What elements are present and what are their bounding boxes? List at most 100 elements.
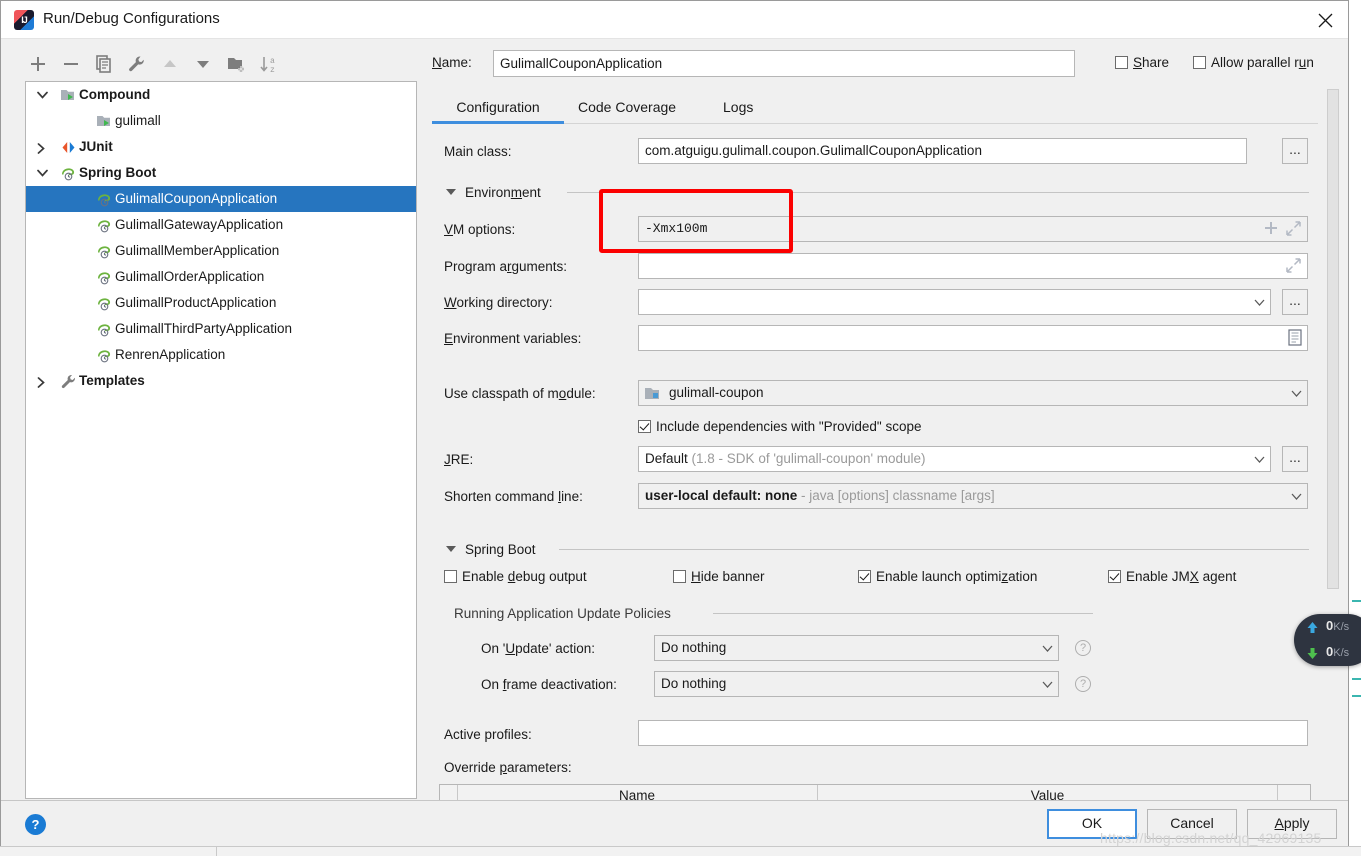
remove-configuration-button[interactable] [58, 51, 84, 77]
shorten-command-line-combo[interactable]: user-local default: none - java [options… [638, 483, 1308, 509]
name-input[interactable] [493, 50, 1075, 77]
tree-item-templates[interactable]: Templates [26, 368, 416, 394]
dialog-footer [1, 800, 1348, 846]
new-folder-icon[interactable] [223, 51, 249, 77]
environment-variables-label: Environment variables: [444, 331, 582, 346]
tree-item-gulimallthirdpartyapplication[interactable]: GulimallThirdPartyApplication [26, 316, 416, 342]
tree-item-gulimallorderapplication[interactable]: GulimallOrderApplication [26, 264, 416, 290]
vm-options-macro-icon[interactable] [1263, 220, 1279, 239]
update-action-combo[interactable]: Do nothing [654, 635, 1059, 661]
vm-options-input[interactable]: -Xmx100m [638, 216, 1308, 242]
tab-logs[interactable]: Logs [723, 93, 753, 124]
wrench-icon[interactable] [124, 51, 150, 77]
main-class-input[interactable]: com.atguigu.gulimall.coupon.GulimallCoup… [638, 138, 1247, 164]
help-icon[interactable]: ? [25, 814, 46, 835]
environment-variables-browse-icon[interactable] [1288, 329, 1302, 349]
tree-item-gulimallproductapplication[interactable]: GulimallProductApplication [26, 290, 416, 316]
sort-alpha-icon[interactable]: a z [256, 51, 282, 77]
jre-browse-button[interactable]: ... [1282, 446, 1308, 472]
program-arguments-label: Program arguments: [444, 259, 568, 274]
tree-item-label: Spring Boot [79, 165, 157, 180]
tree-item-gulimallmemberapplication[interactable]: GulimallMemberApplication [26, 238, 416, 264]
main-class-browse-button[interactable]: ... [1282, 138, 1308, 164]
tree-item-gulimallgatewayapplication[interactable]: GulimallGatewayApplication [26, 212, 416, 238]
jre-hint: (1.8 - SDK of 'gulimall-coupon' module) [691, 451, 926, 466]
apply-button[interactable]: Apply [1247, 809, 1337, 839]
frame-deactivation-help-icon[interactable]: ? [1075, 676, 1091, 692]
spring-boot-icon [96, 243, 113, 260]
add-configuration-button[interactable] [25, 51, 51, 77]
tree-item-label: gulimall [115, 113, 161, 128]
allow-parallel-run-checkbox[interactable]: Allow parallel run [1193, 55, 1314, 70]
chevron-down-icon[interactable] [34, 160, 50, 186]
tree-item-gulimallcouponapplication[interactable]: GulimallCouponApplication [26, 186, 416, 212]
tree-item-label: RenrenApplication [115, 347, 226, 362]
shorten-command-line-value: user-local default: none [645, 488, 798, 503]
folder-run-icon [96, 113, 113, 130]
enable-debug-output-checkbox-box [444, 570, 457, 583]
arrow-up-icon[interactable] [157, 51, 183, 77]
program-arguments-expand-icon[interactable] [1286, 258, 1301, 276]
ide-status-bar [0, 846, 1361, 856]
working-directory-browse-button[interactable]: ... [1282, 289, 1308, 315]
content-scrollbar-thumb[interactable] [1327, 89, 1339, 589]
tree-item-renrenapplication[interactable]: RenrenApplication [26, 342, 416, 368]
chevron-down-icon[interactable] [34, 82, 50, 108]
enable-launch-optimization-checkbox[interactable]: Enable launch optimization [858, 569, 1037, 584]
tree-item-gulimall[interactable]: gulimall [26, 108, 416, 134]
include-provided-scope-checkbox[interactable]: Include dependencies with "Provided" sco… [638, 419, 922, 434]
cancel-button[interactable]: Cancel [1147, 809, 1237, 839]
tree-item-label: GulimallThirdPartyApplication [115, 321, 293, 336]
ok-button[interactable]: OK [1047, 809, 1137, 839]
configuration-tree[interactable]: Compound gulimall JUnit Spring Boot Gulimall… [25, 81, 417, 799]
enable-launch-optimization-label: Enable launch optimization [876, 569, 1038, 584]
program-arguments-input[interactable] [638, 253, 1308, 279]
hide-banner-checkbox[interactable]: Hide banner [673, 569, 765, 584]
vm-options-expand-icon[interactable] [1286, 221, 1301, 239]
spring-boot-icon [96, 191, 113, 208]
share-checkbox[interactable]: Share [1115, 55, 1169, 70]
spring-boot-collapse-icon[interactable] [446, 546, 456, 552]
arrow-down-icon [1307, 648, 1318, 659]
network-speed-widget[interactable]: 0K/s 0K/s [1294, 614, 1361, 666]
tab-configuration[interactable]: Configuration [432, 93, 564, 124]
spring-boot-icon [96, 269, 113, 286]
working-directory-label: Working directory: [444, 295, 553, 310]
tree-item-spring-boot[interactable]: Spring Boot [26, 160, 416, 186]
environment-variables-input[interactable] [638, 325, 1308, 351]
share-checkbox-box [1115, 56, 1128, 69]
tree-item-label: JUnit [79, 139, 113, 154]
spring-boot-icon [96, 295, 113, 312]
update-policies-separator [713, 613, 1093, 614]
frame-deactivation-combo[interactable]: Do nothing [654, 671, 1059, 697]
editor-marker [1352, 600, 1361, 602]
copy-configuration-button[interactable] [91, 51, 117, 77]
tree-item-label: Compound [79, 87, 151, 102]
update-action-help-icon[interactable]: ? [1075, 640, 1091, 656]
enable-jmx-agent-checkbox[interactable]: Enable JMX agent [1108, 569, 1236, 584]
folder-run-icon [60, 87, 77, 104]
main-class-label: Main class: [444, 144, 512, 159]
spring-boot-icon [96, 347, 113, 364]
tab-code-coverage[interactable]: Code Coverage [578, 93, 676, 124]
classpath-module-combo[interactable]: gulimall-coupon [638, 380, 1308, 406]
chevron-right-icon[interactable] [34, 134, 50, 160]
enable-debug-output-checkbox[interactable]: Enable debug output [444, 569, 587, 584]
tree-item-junit[interactable]: JUnit [26, 134, 416, 160]
jre-combo[interactable]: Default (1.8 - SDK of 'gulimall-coupon' … [638, 446, 1271, 472]
override-parameters-label: Override parameters: [444, 760, 572, 775]
spring-boot-section-title: Spring Boot [465, 542, 536, 557]
arrow-down-icon[interactable] [190, 51, 216, 77]
environment-separator [567, 192, 1309, 193]
tree-item-compound[interactable]: Compound [26, 82, 416, 108]
working-directory-input[interactable] [638, 289, 1271, 315]
shorten-command-line-label: Shorten command line: [444, 489, 583, 504]
active-profiles-input[interactable] [638, 720, 1308, 746]
tree-item-label: GulimallProductApplication [115, 295, 277, 310]
environment-collapse-icon[interactable] [446, 189, 456, 195]
chevron-right-icon[interactable] [34, 368, 50, 394]
name-label: Name: [432, 55, 472, 70]
spring-boot-icon [96, 321, 113, 338]
close-icon[interactable] [1303, 1, 1348, 39]
include-provided-scope-label: Include dependencies with "Provided" sco… [656, 419, 922, 434]
